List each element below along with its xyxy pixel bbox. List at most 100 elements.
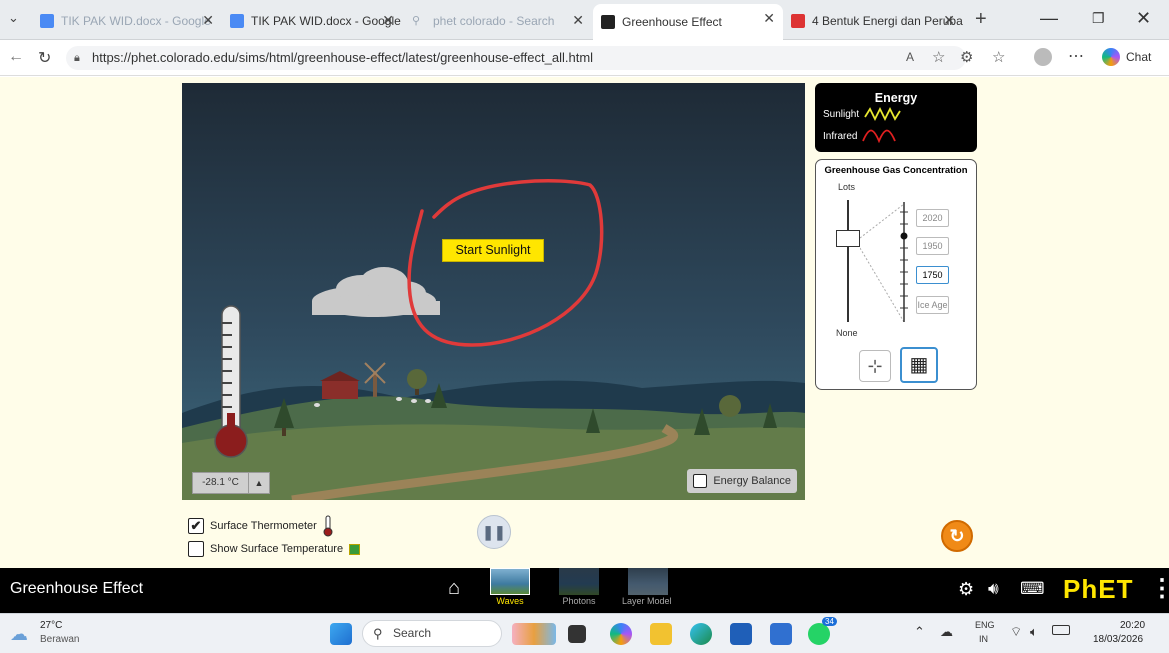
close-window-button[interactable]: ✕ [1136, 8, 1151, 29]
edge-browser-icon[interactable] [690, 623, 712, 645]
home-icon[interactable]: ⌂ [448, 577, 460, 600]
screen-waves-button[interactable]: Waves [490, 568, 530, 608]
energy-balance-checkbox[interactable]: Energy Balance [687, 469, 797, 493]
tab-phet-search[interactable]: ⚲ phet colorado - Search ✕ [404, 6, 592, 36]
weather-cloud-icon[interactable]: ☁ [10, 624, 28, 645]
tab-list-chevron-icon[interactable]: ⌄ [8, 10, 19, 26]
show-surface-temperature-label: Show Surface Temperature [210, 543, 344, 555]
app-blue-icon[interactable] [770, 623, 792, 645]
reset-all-button[interactable]: ↻ [941, 520, 973, 552]
phet-logo[interactable]: PhET [1063, 574, 1133, 605]
tab-greenhouse-effect[interactable]: Greenhouse Effect ✕ [593, 4, 783, 40]
browser-tab-strip: ⌄ TIK PAK WID.docx - Google ✕ TIK PAK WI… [0, 0, 1169, 40]
temperature-value: -28.1 °C [193, 473, 249, 493]
greenhouse-gas-panel: Greenhouse Gas Concentration Lots None 2… [815, 159, 977, 390]
copilot-icon[interactable] [1102, 48, 1120, 66]
audio-speaker-icon[interactable]: 🔊︎ [988, 579, 999, 599]
volume-icon[interactable]: 🔈︎ [1030, 624, 1038, 640]
photons-thumbnail [559, 568, 599, 595]
pause-icon: ❚❚ [482, 524, 506, 540]
read-aloud-icon[interactable]: A [906, 50, 914, 64]
none-label: None [836, 328, 858, 338]
clock-date[interactable]: 18/03/2026 [1093, 634, 1143, 645]
surface-thermometer-label: Surface Thermometer [210, 520, 317, 532]
whatsapp-badge: 34 [822, 617, 837, 626]
layer-model-label: Layer Model [622, 596, 672, 606]
url-text: https://phet.colorado.edu/sims/html/gree… [92, 50, 594, 65]
search-icon: ⚲ [373, 626, 383, 641]
temperature-swatch-icon [349, 543, 361, 555]
language-bottom[interactable]: IN [979, 634, 988, 644]
file-explorer-icon[interactable] [650, 623, 672, 645]
clock-time[interactable]: 20:20 [1120, 620, 1145, 631]
settings-gear-icon[interactable]: ⚙ [958, 579, 974, 600]
concentration-slider-thumb[interactable] [836, 230, 860, 247]
date-scale-connector [860, 202, 908, 323]
keyboard-icon[interactable]: ⌨ [1020, 579, 1045, 599]
extensions-icon[interactable]: ⚙ [960, 48, 973, 66]
weather-desc[interactable]: Berawan [40, 634, 79, 645]
google-docs-icon [230, 14, 244, 28]
url-field[interactable]: 🔒︎ https://phet.colorado.edu/sims/html/g… [66, 46, 966, 70]
favorite-star-icon[interactable]: ☆ [932, 48, 945, 66]
close-tab-icon[interactable]: ✕ [382, 12, 394, 29]
close-tab-icon[interactable]: ✕ [763, 10, 775, 27]
onedrive-cloud-icon[interactable]: ☁ [940, 624, 953, 640]
close-tab-icon[interactable]: ✕ [202, 12, 214, 29]
sim-title: Greenhouse Effect [10, 580, 144, 597]
copilot-taskbar-icon[interactable] [610, 623, 632, 645]
tab-tik-pak-wid-1[interactable]: TIK PAK WID.docx - Google ✕ [32, 6, 222, 36]
back-arrow-icon[interactable]: ← [8, 48, 24, 66]
energy-balance-box[interactable] [693, 474, 708, 488]
greenhouse-gas-title: Greenhouse Gas Concentration [824, 165, 968, 176]
widget-news-icon[interactable] [512, 623, 556, 645]
windows-start-icon[interactable] [330, 623, 352, 645]
unit-toggle-up-arrow-icon[interactable]: ▲ [249, 478, 269, 488]
concentration-slider-track[interactable] [847, 200, 849, 322]
energy-legend-panel: Energy Sunlight Infrared [815, 83, 977, 152]
pause-button[interactable]: ❚❚ [477, 515, 511, 549]
refresh-icon[interactable]: ↻ [38, 48, 51, 68]
store-icon[interactable] [730, 623, 752, 645]
tab-tik-pak-wid-2[interactable]: TIK PAK WID.docx - Google ✕ [222, 6, 402, 36]
favorites-list-icon[interactable]: ☆ [992, 48, 1005, 66]
date-mode-button[interactable]: ▦ [900, 347, 938, 383]
start-sunlight-button[interactable]: Start Sunlight [442, 239, 544, 262]
close-tab-icon[interactable]: ✕ [943, 12, 955, 29]
network-icon[interactable]: ⌔ [1010, 624, 1022, 640]
concentration-mode-button[interactable]: ⊹ [859, 350, 891, 382]
task-view-icon[interactable] [568, 625, 586, 643]
close-tab-icon[interactable]: ✕ [572, 12, 584, 29]
screen-photons-button[interactable]: Photons [559, 568, 599, 608]
tray-overflow-chevron-icon[interactable]: ⌃ [914, 624, 925, 640]
show-surface-temperature-checkbox[interactable]: Show Surface Temperature [188, 541, 361, 557]
year-ice-age-button[interactable]: Ice Age [916, 296, 949, 314]
show-surface-temperature-box[interactable] [188, 541, 204, 557]
search-icon: ⚲ [412, 15, 421, 27]
language-top[interactable]: ENG [975, 620, 995, 630]
taskbar-search-placeholder: Search [393, 626, 432, 640]
year-1950-button[interactable]: 1950 [916, 237, 949, 255]
taskbar-search-box[interactable]: ⚲ Search [362, 620, 502, 647]
chat-label[interactable]: Chat [1126, 50, 1151, 64]
tab-bentuk-energi[interactable]: 4 Bentuk Energi dan Perubah ✕ [783, 6, 963, 36]
new-tab-button[interactable]: + [975, 8, 987, 31]
waves-label: Waves [496, 596, 524, 606]
surface-thermometer-box[interactable]: ✔ [188, 518, 204, 534]
phet-menu-icon[interactable]: ⋮ [1150, 574, 1169, 603]
year-2020-button[interactable]: 2020 [916, 209, 949, 227]
year-1750-button[interactable]: 1750 [916, 266, 949, 284]
battery-icon[interactable] [1052, 625, 1070, 635]
profile-avatar[interactable] [1034, 48, 1052, 66]
screen-layer-model-button[interactable]: Layer Model [622, 568, 672, 608]
surface-thermometer-checkbox[interactable]: ✔ Surface Thermometer [188, 515, 333, 537]
minimize-button[interactable]: — [1040, 8, 1058, 29]
whatsapp-icon[interactable] [808, 623, 830, 645]
infrared-legend-row: Infrared [823, 129, 901, 143]
weather-temp[interactable]: 27°C [40, 620, 62, 631]
restore-button[interactable]: ❐ [1092, 10, 1105, 27]
more-menu-icon[interactable]: ⋯ [1068, 46, 1084, 66]
infrared-wave-icon [862, 129, 897, 143]
phet-favicon-icon [601, 15, 615, 29]
reset-icon: ↻ [949, 526, 965, 546]
